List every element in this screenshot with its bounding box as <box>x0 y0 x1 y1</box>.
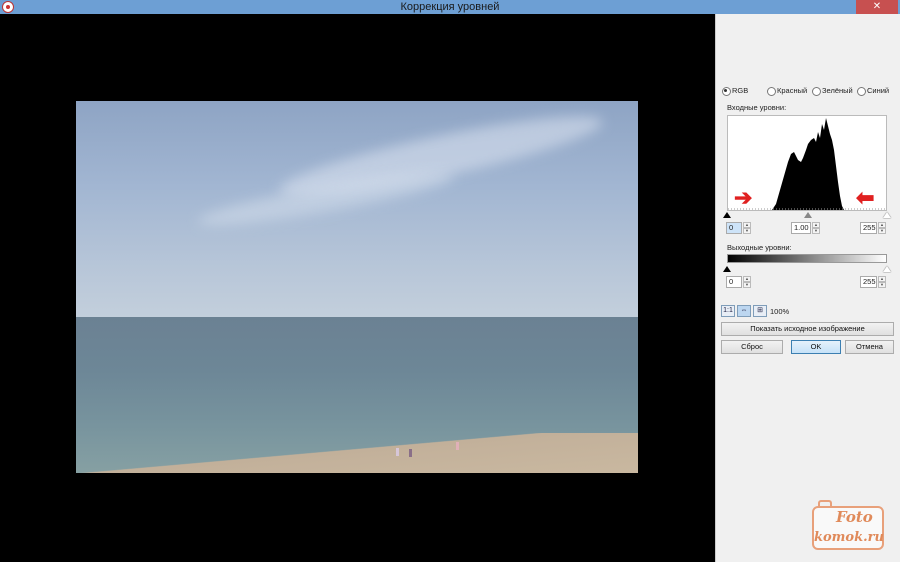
spin-arrows: ▲ ▼ <box>878 276 886 288</box>
spin-arrows: ▲ ▼ <box>878 222 886 234</box>
histogram: ➔ ⬅ <box>727 115 887 211</box>
watermark-text: Foto <box>836 508 873 526</box>
input-black-handle[interactable] <box>723 212 731 218</box>
arrow-right-icon: ➔ <box>734 185 753 210</box>
zoom-level: 100% <box>770 307 790 316</box>
cancel-button[interactable]: Отмена <box>845 340 894 354</box>
output-white-handle[interactable] <box>883 266 891 272</box>
photo-beach <box>76 433 638 473</box>
image-preview-area[interactable] <box>0 14 715 562</box>
photo-person <box>456 442 459 450</box>
spin-down-icon[interactable]: ▼ <box>743 282 751 288</box>
photo-person <box>409 449 412 457</box>
close-button[interactable]: ✕ <box>856 0 898 14</box>
input-white-spinner[interactable]: 255 ▲ ▼ <box>860 222 886 234</box>
output-gradient-bar <box>727 254 887 263</box>
preview-photo <box>76 101 638 473</box>
output-black-handle[interactable] <box>723 266 731 272</box>
spin-down-icon[interactable]: ▼ <box>812 228 820 234</box>
photo-person <box>396 448 399 456</box>
input-white-value[interactable]: 255 <box>860 222 877 234</box>
input-white-handle[interactable] <box>883 212 891 218</box>
levels-panel: RGB Красный Зелёный Синий Входные уровни… <box>715 14 900 562</box>
watermark-logo: Foto komok.ru <box>812 498 884 552</box>
input-levels-label: Входные уровни: <box>727 103 787 112</box>
channel-radio-red[interactable]: Красный <box>767 85 807 97</box>
output-white-value[interactable]: 255 <box>860 276 877 288</box>
input-black-spinner[interactable]: 0 ▲ ▼ <box>726 222 751 234</box>
spin-arrows: ▲ ▼ <box>812 222 820 234</box>
spin-arrows: ▲ ▼ <box>743 222 751 234</box>
input-black-value[interactable]: 0 <box>726 222 742 234</box>
output-levels-label: Выходные уровни: <box>727 243 792 252</box>
output-levels-slider[interactable] <box>723 266 891 272</box>
spin-down-icon[interactable]: ▼ <box>878 282 886 288</box>
zoom-split-button[interactable]: ⊞ <box>753 305 767 317</box>
channel-radio-green[interactable]: Зелёный <box>812 85 853 97</box>
window-title: Коррекция уровней <box>400 1 500 13</box>
channel-label: Зелёный <box>822 86 853 95</box>
input-levels-slider[interactable] <box>723 212 891 218</box>
channel-radio-rgb[interactable]: RGB <box>722 85 748 97</box>
reset-button[interactable]: Сброс <box>721 340 783 354</box>
zoom-actual-size-button[interactable]: 1:1 <box>721 305 735 317</box>
channel-label: RGB <box>732 86 749 95</box>
spin-arrows: ▲ ▼ <box>743 276 751 288</box>
spin-down-icon[interactable]: ▼ <box>878 228 886 234</box>
input-gamma-value[interactable]: 1.00 <box>791 222 811 234</box>
spin-down-icon[interactable]: ▼ <box>743 228 751 234</box>
channel-radio-blue[interactable]: Синий <box>857 85 889 97</box>
show-original-button[interactable]: Показать исходное изображение <box>721 322 894 336</box>
zoom-fit-button[interactable]: ⇔ <box>737 305 751 317</box>
watermark-text: komok.ru <box>814 530 884 545</box>
output-black-spinner[interactable]: 0 ▲ ▼ <box>726 276 751 288</box>
output-black-value[interactable]: 0 <box>726 276 742 288</box>
arrow-left-icon: ⬅ <box>856 185 875 210</box>
channel-label: Синий <box>867 86 890 95</box>
input-gamma-handle[interactable] <box>804 212 812 218</box>
channel-label: Красный <box>777 86 808 95</box>
output-white-spinner[interactable]: 255 ▲ ▼ <box>860 276 886 288</box>
channel-selector: RGB Красный Зелёный Синий <box>722 85 898 97</box>
input-gamma-spinner[interactable]: 1.00 ▲ ▼ <box>791 222 820 234</box>
ok-button[interactable]: OK <box>791 340 841 354</box>
title-bar: Коррекция уровней ✕ <box>0 0 900 14</box>
